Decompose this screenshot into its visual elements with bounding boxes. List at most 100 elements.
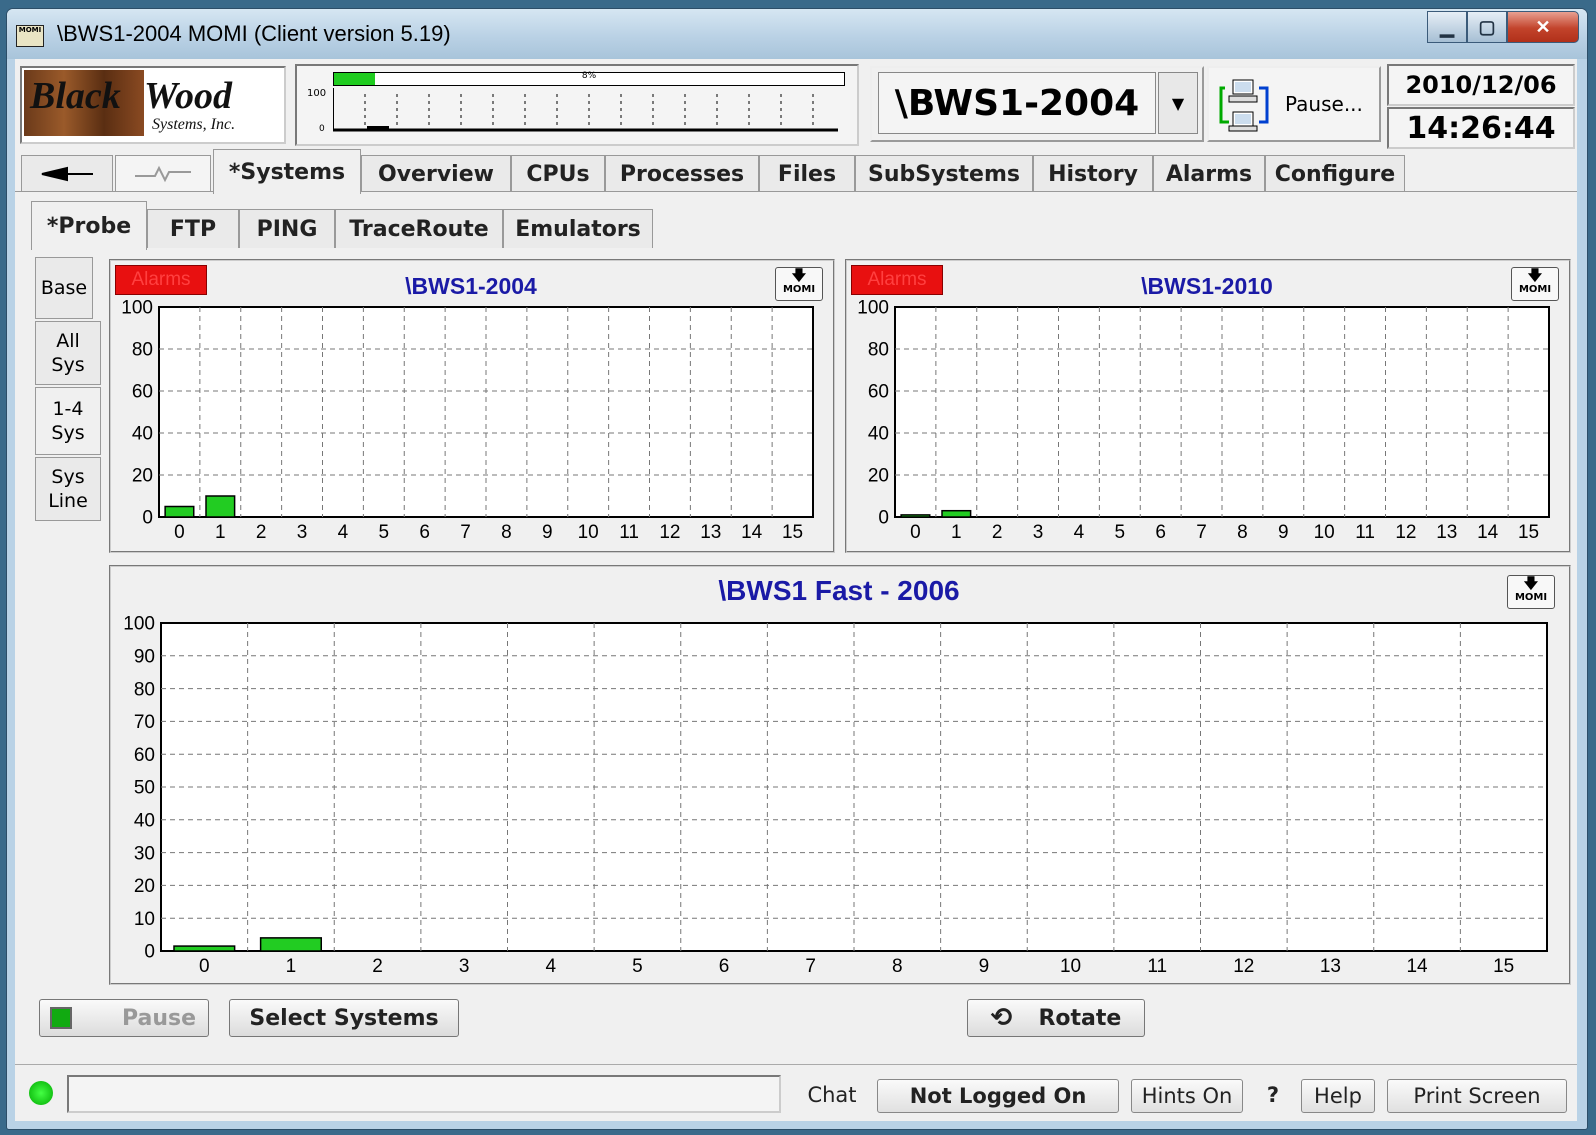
maximize-button[interactable]: ▢ <box>1467 11 1507 43</box>
x-tick-label: 3 <box>297 522 308 543</box>
subtab-emulators[interactable]: Emulators <box>503 209 653 248</box>
panel-title: \BWS1 Fast - 2006 <box>718 575 960 606</box>
mini-history-graph <box>333 88 838 132</box>
x-tick-label: 10 <box>578 522 599 543</box>
blackwood-logo: Black Wood Systems, Inc. <box>20 66 286 144</box>
title-bar: MOMI \BWS1-2004 MOMI (Client version 5.1… <box>7 9 1587 59</box>
x-tick-label: 2 <box>992 522 1003 543</box>
y-tick-label: 20 <box>132 466 153 487</box>
logo-text-systems: Systems, Inc. <box>152 116 236 133</box>
y-tick-label: 60 <box>132 382 153 403</box>
tab-subsystems[interactable]: SubSystems <box>855 155 1033 192</box>
select-systems-button[interactable]: Select Systems <box>229 999 459 1037</box>
bar <box>173 945 236 952</box>
y-tick-label: 20 <box>134 876 155 897</box>
app-window: MOMI \BWS1-2004 MOMI (Client version 5.1… <box>6 8 1588 1130</box>
tab-configure[interactable]: Configure <box>1265 155 1405 192</box>
tab-cpus[interactable]: CPUs <box>511 155 605 192</box>
x-tick-label: 11 <box>1355 522 1375 543</box>
time-display: 14:26:44 <box>1387 107 1575 149</box>
help-button[interactable]: Help <box>1301 1079 1375 1113</box>
step-graph-icon <box>135 165 191 183</box>
chat-button[interactable]: Chat <box>791 1079 873 1111</box>
momi-download-icon[interactable]: 🡇 MOMI <box>1507 575 1555 609</box>
y-tick-label: 70 <box>134 712 155 733</box>
hints-button[interactable]: Hints On <box>1131 1079 1243 1113</box>
sidetab-base[interactable]: Base <box>35 257 93 319</box>
pause-top-label: Pause... <box>1285 92 1363 116</box>
sidetab-1-4-sys[interactable]: 1-4 Sys <box>35 387 101 455</box>
chart-panel-bws1-fast-2006: \BWS1 Fast - 2006 🡇 MOMI 0 10 20 30 40 50 60 70 8… <box>109 565 1571 985</box>
pause-button[interactable]: Pause <box>39 999 209 1037</box>
pause-monitor-button[interactable]: Pause... <box>1207 66 1381 142</box>
x-tick-label: 13 <box>1320 956 1341 977</box>
chevron-down-icon[interactable]: ▼ <box>1158 72 1198 134</box>
bar <box>164 505 195 518</box>
y-tick-label: 100 <box>857 299 889 319</box>
tab-history[interactable]: History <box>1033 155 1153 192</box>
main-tabs: *Systems Overview CPUs Processes Files S… <box>15 149 1577 194</box>
x-tick-label: 9 <box>1278 522 1289 543</box>
rotate-button[interactable]: ⟲ Rotate <box>967 999 1145 1037</box>
rotate-label: Rotate <box>1038 1005 1122 1031</box>
momi-download-icon[interactable]: 🡇 MOMI <box>775 267 823 301</box>
x-tick-label: 6 <box>1155 522 1166 543</box>
x-tick-label: 10 <box>1314 522 1335 543</box>
system-name[interactable]: \BWS1-2004 <box>878 72 1156 134</box>
rotate-icon: ⟲ <box>990 1003 1013 1033</box>
subtab-ftp[interactable]: FTP <box>147 209 239 248</box>
expand-icon-tab[interactable] <box>115 155 211 192</box>
x-tick-label: 12 <box>659 522 680 543</box>
system-selector[interactable]: \BWS1-2004 ▼ <box>870 66 1204 142</box>
cpu-mini-graph: 8% 100 0 <box>295 64 859 146</box>
bar-chart-bws1-2010: 0204060801000 1 2 3 4 5 6 7 8 9 10 11 12 13 14 15 <box>857 299 1550 543</box>
y-tick-label: 40 <box>868 424 889 445</box>
y-tick-label: 60 <box>134 745 155 766</box>
x-tick-label: 12 <box>1233 956 1254 977</box>
collapse-icon-tab[interactable] <box>21 155 113 192</box>
y-tick-label: 40 <box>134 810 155 831</box>
chart-panel-bws1-2010: Alarms \BWS1-2010 🡇 MOMI 0 20 40 60 80 100 0 1 2 3… <box>845 259 1571 553</box>
tab-files[interactable]: Files <box>759 155 855 192</box>
x-tick-label: 6 <box>419 522 430 543</box>
sidetab-sys-line[interactable]: Sys Line <box>35 457 101 521</box>
cpu-progress-bar: 8% <box>333 71 845 86</box>
x-tick-label: 11 <box>619 522 639 543</box>
x-tick-label: 15 <box>1518 522 1539 543</box>
x-tick-label: 9 <box>542 522 553 543</box>
x-tick-label: 3 <box>459 956 470 977</box>
print-screen-button[interactable]: Print Screen <box>1387 1079 1567 1113</box>
subtab-traceroute[interactable]: TraceRoute <box>335 209 503 248</box>
y-tick-label: 50 <box>134 778 155 799</box>
x-tick-label: 11 <box>1147 956 1167 977</box>
bar <box>205 495 236 518</box>
x-tick-label: 2 <box>256 522 267 543</box>
x-tick-label: 8 <box>892 956 903 977</box>
tab-systems[interactable]: *Systems <box>213 149 361 194</box>
x-tick-label: 1 <box>951 522 962 543</box>
subtab-probe[interactable]: *Probe <box>31 201 147 250</box>
minimize-button[interactable]: ▁ <box>1427 11 1467 43</box>
close-button[interactable]: ✕ <box>1507 11 1579 43</box>
subtab-ping[interactable]: PING <box>239 209 335 248</box>
x-tick-label: 0 <box>174 522 185 543</box>
x-tick-label: 14 <box>741 522 763 543</box>
x-tick-label: 1 <box>286 956 297 977</box>
tab-processes[interactable]: Processes <box>605 155 759 192</box>
momi-app-icon: MOMI <box>16 25 44 47</box>
status-bar: Chat Not Logged On Hints On ? Help Print… <box>15 1064 1577 1119</box>
sidetab-all-sys[interactable]: All Sys <box>35 321 101 385</box>
login-status-button[interactable]: Not Logged On <box>877 1079 1119 1113</box>
bar <box>900 514 931 518</box>
tab-alarms[interactable]: Alarms <box>1153 155 1265 192</box>
momi-download-icon[interactable]: 🡇 MOMI <box>1511 267 1559 301</box>
x-tick-label: 5 <box>379 522 390 543</box>
y-tick-label: 0 <box>144 942 155 963</box>
x-tick-label: 12 <box>1395 522 1416 543</box>
computers-icon <box>1219 79 1269 132</box>
panel-title: \BWS1-2010 <box>1141 273 1273 299</box>
y-tick-label: 90 <box>134 646 155 667</box>
question-icon[interactable]: ? <box>1255 1079 1291 1111</box>
x-tick-label: 7 <box>1196 522 1207 543</box>
tab-overview[interactable]: Overview <box>361 155 511 192</box>
